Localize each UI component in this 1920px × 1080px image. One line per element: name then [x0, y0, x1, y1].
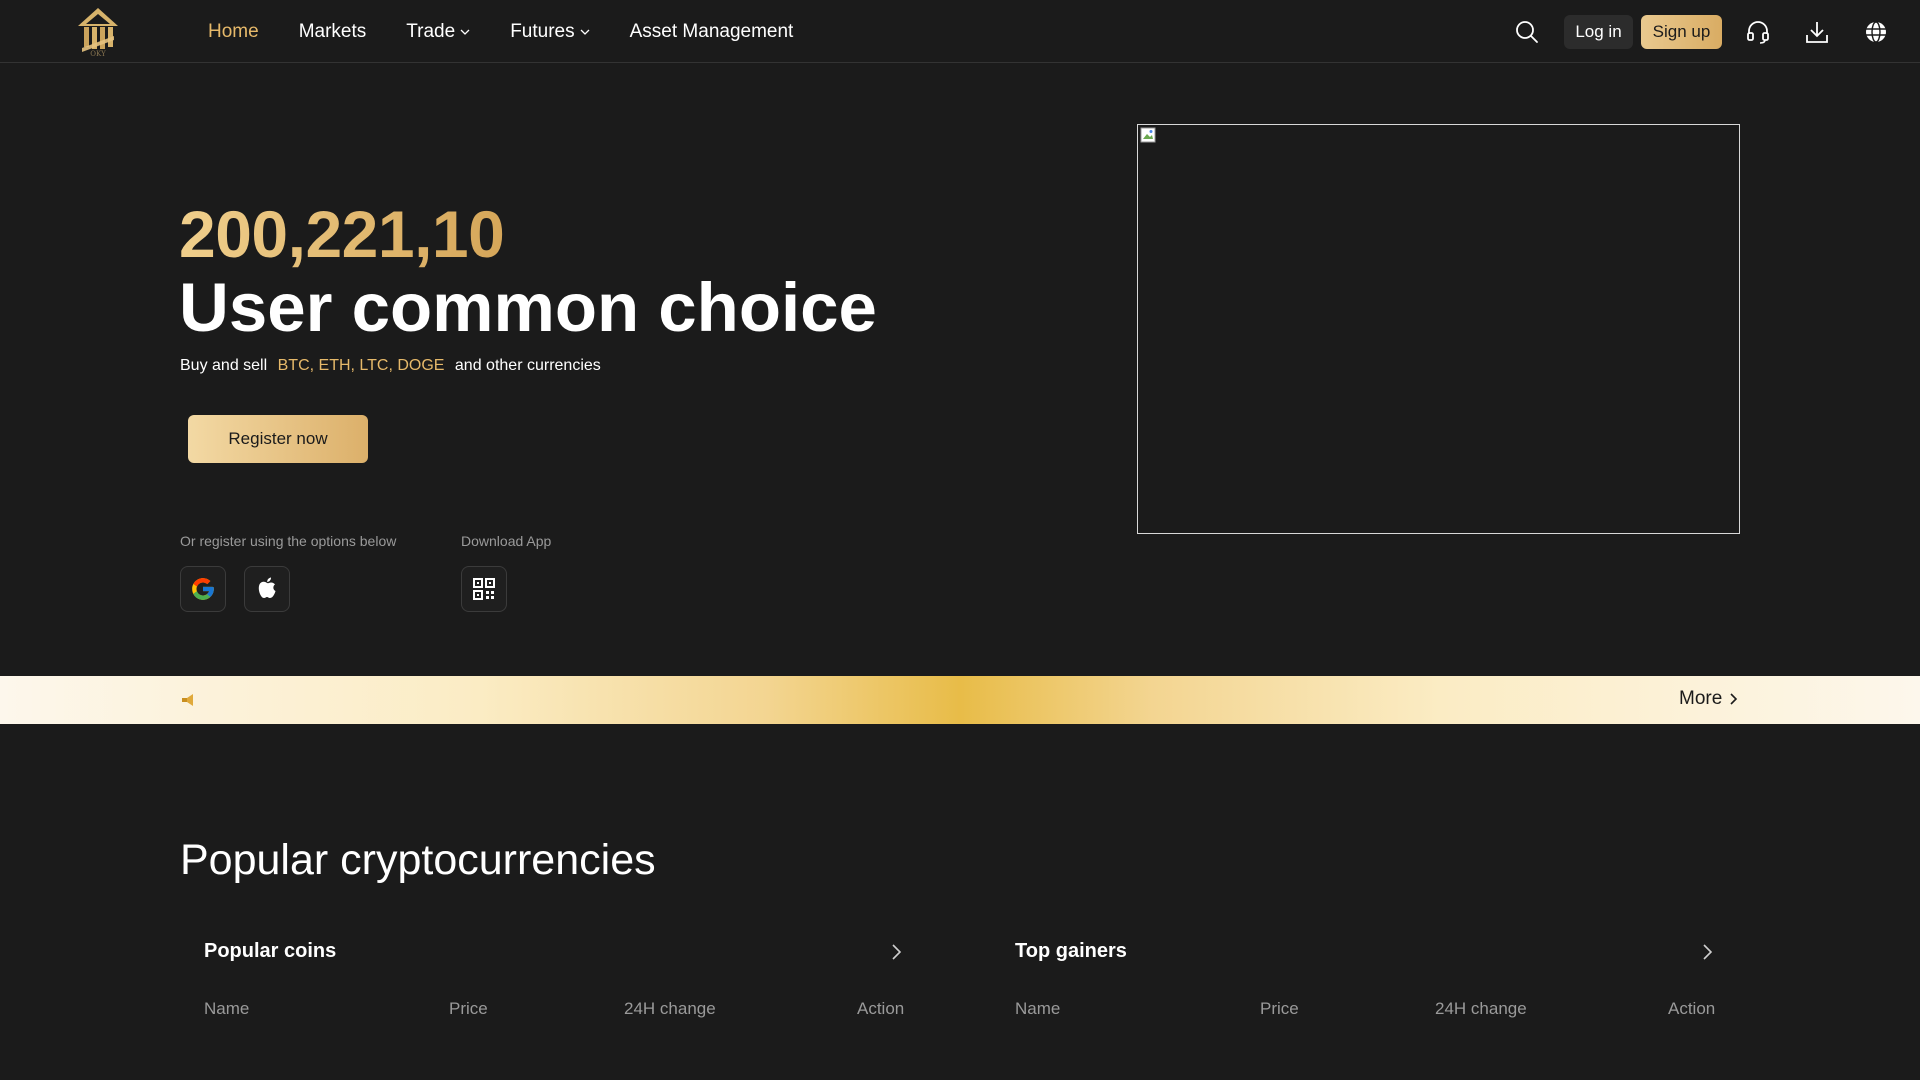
more-label: More — [1679, 688, 1723, 709]
globe-icon[interactable] — [1863, 19, 1889, 45]
qr-code-button[interactable] — [461, 566, 507, 612]
apple-signin-button[interactable] — [244, 566, 290, 612]
nav-markets[interactable]: Markets — [299, 21, 367, 43]
google-signin-button[interactable] — [180, 566, 226, 612]
register-options-label: Or register using the options below — [180, 533, 397, 549]
nav-markets-label: Markets — [298, 20, 367, 42]
megaphone-icon — [182, 694, 193, 706]
column-header-price: Price — [449, 999, 488, 1018]
column-header-24h-change: 24H change — [624, 999, 716, 1018]
nav-home-label: Home — [208, 20, 259, 42]
user-count: 200,221,10 — [179, 197, 505, 271]
nav-trade-label: Trade — [406, 20, 456, 42]
nav-futures[interactable]: Futures — [510, 20, 590, 43]
headset-icon[interactable] — [1745, 19, 1771, 45]
chevron-down-icon — [580, 29, 590, 35]
column-header-action: Action — [857, 999, 905, 1018]
nav-trade[interactable]: Trade — [406, 21, 470, 43]
chevron-down-icon — [460, 29, 470, 35]
signup-button[interactable]: Sign up — [1641, 15, 1722, 49]
hero-subtitle-suffix: and other currencies — [454, 357, 601, 374]
announcement-more-link[interactable]: More — [1679, 688, 1738, 710]
top-navbar: OKY Home Markets Trade Futures Asset Man… — [0, 0, 1920, 63]
chevron-right-icon[interactable] — [1699, 943, 1715, 961]
hero-subtitle: Buy and sell BTC, ETH, LTC, DOGE and oth… — [180, 357, 601, 375]
search-icon[interactable] — [1514, 19, 1540, 45]
qr-code-icon — [473, 578, 495, 600]
column-header-name: Name — [1015, 999, 1061, 1018]
column-header-price: Price — [1260, 999, 1299, 1018]
panel-popular-coins-title[interactable]: Popular coins — [204, 940, 336, 963]
logo[interactable]: OKY — [74, 6, 122, 58]
nav-futures-label: Futures — [510, 20, 575, 42]
hero-title: User common choice — [179, 269, 877, 346]
register-now-button[interactable]: Register now — [188, 415, 368, 463]
chevron-right-icon[interactable] — [888, 943, 904, 961]
hero-subtitle-prefix: Buy and sell — [180, 357, 268, 374]
column-header-24h-change: 24H change — [1435, 999, 1527, 1018]
column-header-action: Action — [1668, 999, 1716, 1018]
download-icon[interactable] — [1804, 19, 1830, 45]
nav-asset-management-label: Asset Management — [629, 20, 794, 42]
section-title: Popular cryptocurrencies — [180, 836, 656, 884]
nav-home[interactable]: Home — [208, 21, 259, 43]
google-icon — [192, 578, 214, 600]
nav-asset-management[interactable]: Asset Management — [630, 21, 794, 43]
panel-top-gainers-title[interactable]: Top gainers — [1015, 940, 1127, 963]
logo-text: OKY — [90, 50, 106, 58]
announcement-bar: More — [0, 676, 1920, 724]
column-header-name: Name — [204, 999, 250, 1018]
broken-image-icon — [1140, 127, 1156, 143]
login-button[interactable]: Log in — [1564, 15, 1633, 49]
chevron-right-icon — [1730, 693, 1738, 705]
logo-icon — [78, 8, 118, 52]
download-app-label: Download App — [461, 533, 552, 549]
main-nav: Home Markets Trade Futures Asset Managem… — [208, 0, 833, 63]
hero-subtitle-coins: BTC, ETH, LTC, DOGE — [277, 357, 445, 374]
apple-icon — [258, 577, 276, 598]
hero-image — [1137, 124, 1740, 534]
